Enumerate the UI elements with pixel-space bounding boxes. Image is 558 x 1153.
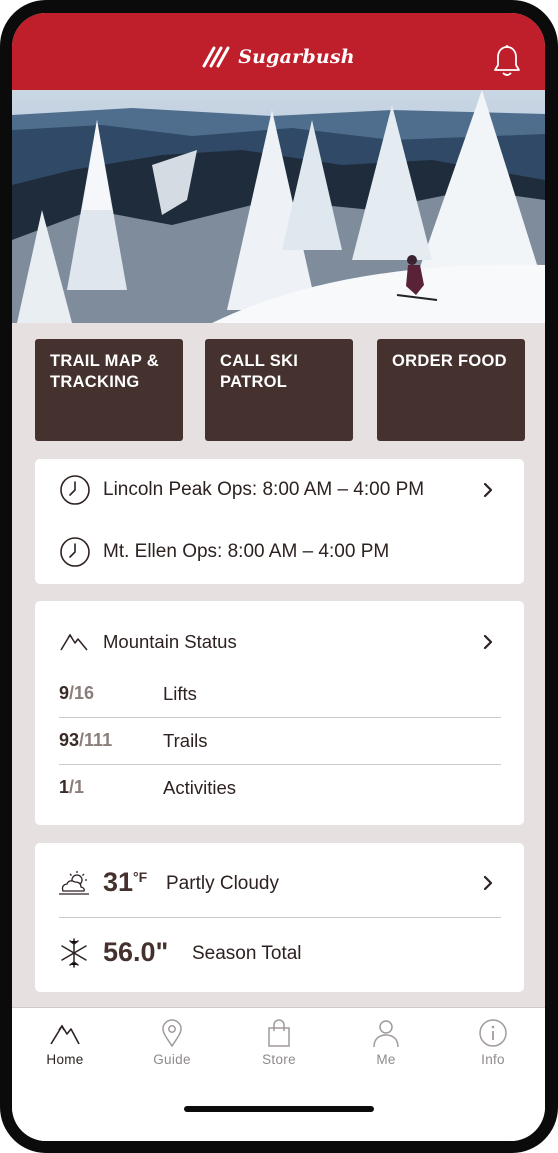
order-food-button[interactable]: ORDER FOOD [377,339,525,441]
app-header: Sugarbush [12,13,545,90]
nav-info[interactable]: Info [453,1018,533,1067]
stat-label: Trails [163,730,208,751]
stat-total: /1 [69,777,85,797]
stat-value: 1/1 [59,777,84,798]
lincoln-peak-ops-row[interactable]: Lincoln Peak Ops: 8:00 AM – 4:00 PM [35,473,524,507]
nav-label: Info [481,1052,505,1067]
tile-label-line: CALL SKI [220,352,299,370]
nav-label: Store [262,1052,296,1067]
season-total-label: Season Total [192,943,302,964]
home-indicator[interactable] [184,1106,374,1112]
stat-label: Lifts [163,683,197,704]
chevron-right-icon[interactable] [482,634,494,650]
chevron-right-icon[interactable] [482,482,494,498]
trail-map-tracking-button[interactable]: TRAIL MAP & TRACKING [35,339,183,441]
temperature-unit: °F [133,869,148,885]
clock-icon [59,474,91,506]
bottom-nav: Home Guide Store Me Info [12,1007,545,1141]
nav-label: Home [46,1052,84,1067]
brand-logo: Sugarbush [12,40,545,74]
mountain-icon [25,1018,105,1048]
mt-ellen-ops-text: Mt. Ellen Ops: 8:00 AM – 4:00 PM [103,541,390,562]
lifts-stat-row: 9/16 Lifts [59,671,501,718]
snowfall-row: 56.0" Season Total [35,931,524,975]
tile-label-line: TRAIL MAP & [50,352,160,370]
season-snow-total-value: 56.0" [103,937,169,967]
stat-open: 9 [59,683,70,703]
weather-row[interactable]: 31°F Partly Cloudy [35,861,524,905]
clock-icon [59,536,91,568]
stat-total: /16 [69,683,95,703]
stat-value: 93/111 [59,730,112,751]
mt-ellen-ops-row: Mt. Ellen Ops: 8:00 AM – 4:00 PM [35,535,524,569]
app-screen: Sugarbush TRAIL MAP & TRACKING CALL SKI … [12,13,545,1141]
stat-value: 9/16 [59,683,94,704]
stat-total: /111 [79,730,113,750]
trails-stat-row: 93/111 Trails [59,718,501,765]
divider [59,917,501,918]
partly-cloudy-icon [57,869,91,897]
snowflake-icon [59,938,89,968]
shopping-bag-icon [239,1018,319,1048]
chevron-right-icon[interactable] [482,875,494,891]
mountain-status-header[interactable]: Mountain Status [35,625,524,659]
nav-home[interactable]: Home [25,1018,105,1067]
mountain-status-card[interactable]: Mountain Status 9/16 Lifts 93/111 Trails… [35,601,524,825]
nav-label: Guide [153,1052,191,1067]
info-icon [453,1018,533,1048]
lincoln-peak-ops-text: Lincoln Peak Ops: 8:00 AM – 4:00 PM [103,479,425,500]
hero-image [12,90,545,323]
temperature-number: 31 [103,867,134,897]
tile-label-line: ORDER FOOD [392,352,507,370]
nav-label: Me [376,1052,396,1067]
stat-open: 93 [59,730,80,750]
sugarbush-logo-icon [202,46,232,68]
mountain-status-title: Mountain Status [103,631,237,652]
weather-card[interactable]: 31°F Partly Cloudy 56.0" Season Total [35,843,524,992]
mountain-icon [59,630,89,654]
tile-label-line: PATROL [220,373,288,391]
weather-condition: Partly Cloudy [166,873,279,894]
nav-me[interactable]: Me [346,1018,426,1067]
nav-store[interactable]: Store [239,1018,319,1067]
stat-open: 1 [59,777,70,797]
activities-stat-row: 1/1 Activities [59,765,501,811]
tile-label-line: TRACKING [50,373,140,391]
bell-icon[interactable] [492,44,522,78]
call-ski-patrol-button[interactable]: CALL SKI PATROL [205,339,353,441]
operating-hours-card[interactable]: Lincoln Peak Ops: 8:00 AM – 4:00 PM Mt. … [35,459,524,584]
person-icon [346,1018,426,1048]
brand-name: Sugarbush [238,46,355,68]
temperature-value: 31°F [103,867,147,898]
stat-label: Activities [163,777,236,798]
map-pin-icon [132,1018,212,1048]
nav-guide[interactable]: Guide [132,1018,212,1067]
